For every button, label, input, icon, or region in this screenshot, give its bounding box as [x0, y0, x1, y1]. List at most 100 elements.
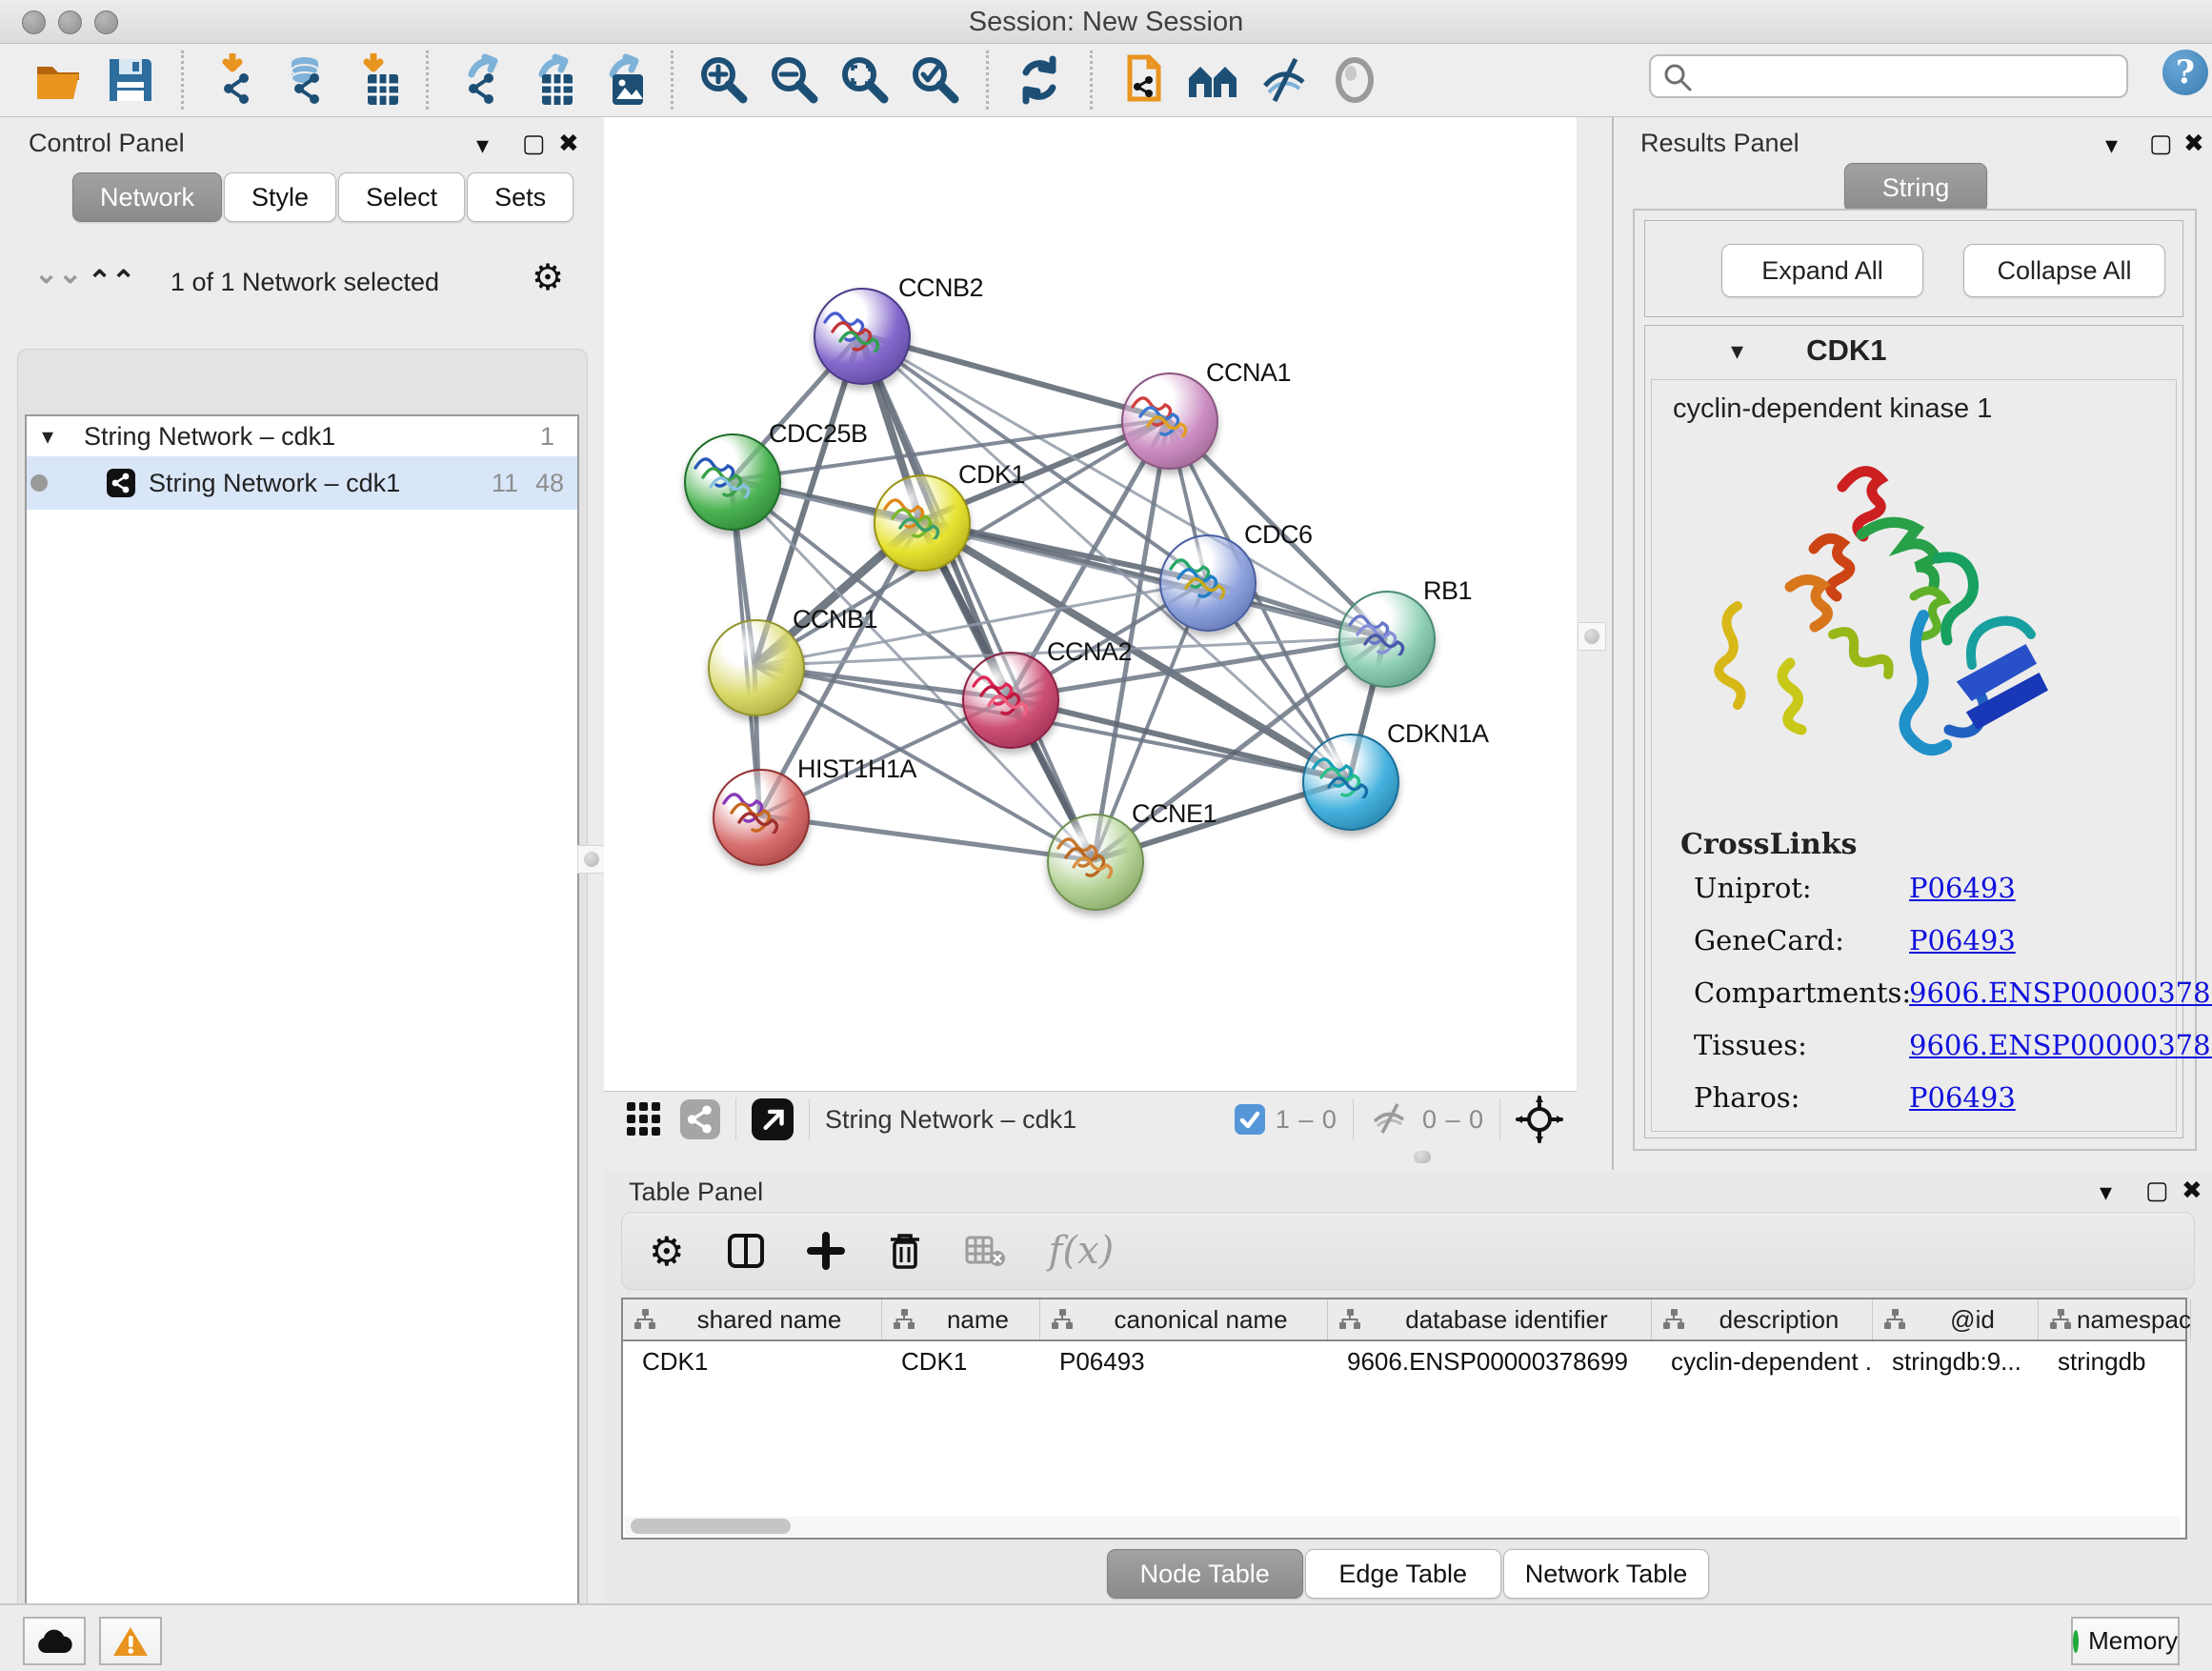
gene-section-header[interactable]: ▾ CDK1 [1645, 326, 2182, 375]
column-header-shared-name[interactable]: shared name [623, 1299, 882, 1339]
column-header-name[interactable]: name [882, 1299, 1040, 1339]
network-node-CDC25B[interactable] [684, 433, 781, 531]
open-in-window-icon[interactable] [752, 1098, 794, 1140]
network-row-selected[interactable]: String Network – cdk1 11 48 [27, 456, 577, 510]
network-canvas[interactable]: CCNB2CCNA1CDC25BCDK1CDC6RB1CCNB1CCNA2CDK… [604, 117, 1577, 1091]
results-panel-close-icon[interactable]: ✖ [2183, 131, 2204, 155]
tab-edge-table[interactable]: Edge Table [1305, 1549, 1501, 1599]
table-horizontal-scrollbar[interactable] [625, 1517, 2180, 1536]
open-session-icon[interactable] [32, 52, 88, 108]
network-node-CDKN1A[interactable] [1302, 734, 1399, 831]
annotation-share-icon[interactable] [1116, 52, 1171, 108]
zoom-selected-icon[interactable] [908, 52, 963, 108]
export-table-icon[interactable] [522, 52, 577, 108]
help-button[interactable]: ? [2162, 50, 2208, 95]
function-builder-icon[interactable]: f(x) [1049, 1229, 1115, 1273]
left-splitter-handle[interactable] [577, 845, 606, 874]
create-column-plus-icon[interactable] [807, 1232, 845, 1270]
right-splitter-handle[interactable] [1578, 622, 1606, 651]
tab-node-table[interactable]: Node Table [1107, 1549, 1303, 1599]
scrollbar-thumb[interactable] [631, 1519, 791, 1534]
table-settings-gear-icon[interactable]: ⚙ [649, 1228, 685, 1275]
export-network-icon[interactable] [452, 52, 507, 108]
crosslink-link[interactable]: P06493 [1909, 1081, 2016, 1114]
export-image-icon[interactable] [593, 52, 648, 108]
network-node-CCNA2[interactable] [962, 652, 1059, 749]
collapse-all-chevrons-icon[interactable]: ⌄⌄ [34, 257, 82, 291]
table-cell[interactable]: stringdb [2039, 1347, 2191, 1377]
tab-select[interactable]: Select [338, 172, 465, 222]
import-table-file-icon[interactable] [348, 52, 403, 108]
results-panel-collapse-icon[interactable]: ▾ [2105, 132, 2118, 157]
grid-view-icon[interactable] [625, 1100, 663, 1138]
crosslink-link[interactable]: 9606.ENSP00000378699 [1909, 1029, 2212, 1061]
network-node-CCNE1[interactable] [1047, 814, 1144, 911]
network-node-HIST1H1A[interactable] [713, 769, 810, 866]
network-collection-row[interactable]: ▾ String Network – cdk1 1 [27, 416, 577, 456]
table-cell[interactable]: 9606.ENSP00000378699 [1328, 1347, 1652, 1377]
table-cell[interactable]: cyclin-dependent ... [1652, 1347, 1873, 1377]
crosslink-row: Pharos:P06493 [1652, 1071, 2176, 1123]
title-bar: Session: New Session [0, 0, 2212, 44]
zoom-fit-content-icon[interactable] [837, 52, 893, 108]
crosslink-link[interactable]: P06493 [1909, 924, 2016, 956]
control-panel-float-icon[interactable]: ▢ [522, 131, 546, 155]
collapse-all-button[interactable]: Collapse All [1963, 244, 2165, 297]
cloud-button[interactable] [23, 1617, 86, 1665]
tab-network-table[interactable]: Network Table [1503, 1549, 1710, 1599]
column-header-canonical-name[interactable]: canonical name [1040, 1299, 1328, 1339]
network-node-CDK1[interactable] [874, 474, 971, 572]
table-row[interactable]: CDK1CDK1P064939606.ENSP00000378699cyclin… [623, 1341, 2185, 1381]
table-cell[interactable]: CDK1 [623, 1347, 882, 1377]
column-header-description[interactable]: description [1652, 1299, 1873, 1339]
memory-button[interactable]: Memory [2071, 1617, 2180, 1665]
show-hidden-icon[interactable] [1327, 52, 1382, 108]
delete-table-icon[interactable] [965, 1234, 1007, 1268]
warnings-button[interactable] [99, 1617, 162, 1665]
crosslink-link[interactable]: 9606.ENSP00000378699 [1909, 976, 2212, 1009]
network-share-gray-icon[interactable] [680, 1099, 720, 1139]
tab-string[interactable]: String [1844, 163, 1987, 212]
table-cell[interactable]: stringdb:9... [1873, 1347, 2039, 1377]
control-panel-collapse-icon[interactable]: ▾ [476, 132, 489, 157]
tab-sets[interactable]: Sets [467, 172, 573, 222]
selected-checkbox-icon[interactable] [1234, 1103, 1266, 1136]
tree-expand-icon[interactable]: ▾ [42, 423, 53, 451]
network-node-CCNA1[interactable] [1121, 372, 1218, 470]
import-network-database-icon[interactable] [277, 52, 332, 108]
refresh-view-icon[interactable] [1012, 52, 1067, 108]
column-header-database-identifier[interactable]: database identifier [1328, 1299, 1652, 1339]
expand-all-button[interactable]: Expand All [1721, 244, 1923, 297]
crosslink-row: Tissues:9606.ENSP00000378699 [1652, 1018, 2176, 1071]
table-panel-float-icon[interactable]: ▢ [2145, 1178, 2169, 1202]
zoom-out-icon[interactable] [767, 52, 822, 108]
control-panel-close-icon[interactable]: ✖ [558, 131, 579, 155]
hide-unhide-icon[interactable] [1257, 52, 1312, 108]
import-network-file-icon[interactable] [207, 52, 262, 108]
section-collapse-caret-icon[interactable]: ▾ [1731, 336, 1743, 366]
show-columns-icon[interactable] [727, 1232, 765, 1270]
table-panel-close-icon[interactable]: ✖ [2182, 1178, 2202, 1202]
search-input[interactable] [1649, 54, 2128, 98]
network-node-RB1[interactable] [1338, 591, 1436, 688]
table-panel-collapse-icon[interactable]: ▾ [2100, 1179, 2112, 1204]
table-cell[interactable]: P06493 [1040, 1347, 1328, 1377]
column-header--id[interactable]: @id [1873, 1299, 2039, 1339]
results-panel-float-icon[interactable]: ▢ [2149, 131, 2173, 155]
delete-column-trash-icon[interactable] [887, 1231, 923, 1271]
birdseye-view-icon[interactable] [1186, 52, 1241, 108]
fit-selected-crosshair-icon[interactable] [1516, 1096, 1563, 1143]
column-header-namespace[interactable]: namespace [2039, 1299, 2191, 1339]
network-options-gear-icon[interactable]: ⚙ [532, 256, 564, 299]
network-node-CCNB2[interactable] [814, 288, 911, 385]
zoom-in-icon[interactable] [696, 52, 752, 108]
tab-network[interactable]: Network [72, 172, 222, 222]
save-session-icon[interactable] [103, 52, 158, 108]
network-node-CCNB1[interactable] [708, 619, 805, 716]
table-cell[interactable]: CDK1 [882, 1347, 1040, 1377]
hidden-eye-icon[interactable] [1369, 1100, 1413, 1138]
bottom-splitter-handle[interactable] [1408, 1149, 1437, 1165]
crosslink-link[interactable]: P06493 [1909, 872, 2016, 904]
tab-style[interactable]: Style [224, 172, 336, 222]
network-node-CDC6[interactable] [1159, 534, 1257, 632]
